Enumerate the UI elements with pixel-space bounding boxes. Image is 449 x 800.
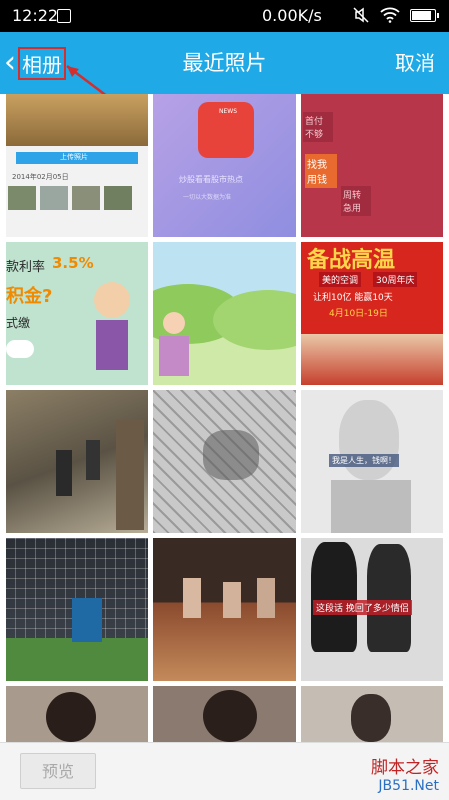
wifi-icon: [380, 7, 400, 23]
status-icons: [352, 6, 439, 24]
back-to-album-button[interactable]: ‹ 相册: [4, 32, 66, 94]
photo-5[interactable]: [153, 242, 296, 385]
watermark-line-2: JB51.Net: [378, 778, 439, 794]
photo-13[interactable]: [6, 686, 148, 742]
photo-2-news-label: NEWS: [219, 108, 238, 115]
cancel-button[interactable]: 取消: [395, 32, 435, 94]
watermark-line-1: 脚本之家: [371, 758, 439, 778]
photo-6-brand: 美的空调: [319, 272, 362, 287]
photo-3-label-2: 找我用钱: [305, 154, 337, 188]
photo-3-label-1: 首付不够: [303, 112, 333, 142]
chevron-left-icon: ‹: [4, 45, 16, 80]
photo-6-dates: 4月10日-19日: [329, 309, 388, 319]
photo-4[interactable]: 款利率 3.5% 积金? 式缴: [6, 242, 148, 385]
photo-4-sub: 式缴: [6, 316, 31, 330]
photo-9-caption: 我是人生，钱啊！: [329, 454, 399, 467]
photo-7[interactable]: [6, 390, 148, 533]
photo-12-caption: 这段话 挽回了多少情侣: [313, 600, 412, 615]
page-title: 最近照片: [182, 51, 267, 75]
network-speed: 0.00K/s: [262, 6, 322, 25]
photo-3[interactable]: 首付不够 找我用钱 周转急用: [301, 94, 443, 237]
photo-1[interactable]: 上传照片 2014年02月05日: [6, 94, 148, 237]
photo-3-label-3: 周转急用: [341, 186, 371, 216]
watermark: 脚本之家 JB51.Net: [371, 753, 439, 794]
photo-6-anniversary: 30周年庆: [373, 272, 418, 287]
battery-icon: [410, 8, 439, 22]
photo-1-date-label: 2014年02月05日: [12, 173, 69, 181]
photo-2-caption: 炒股看看股市热点: [179, 175, 243, 184]
status-bar: 12:22 0.00K/s: [0, 0, 449, 32]
photo-15[interactable]: [301, 686, 443, 742]
preview-button[interactable]: 预览: [20, 753, 96, 789]
status-time: 12:22: [12, 6, 59, 25]
photo-4-rate-value: 3.5%: [52, 254, 94, 272]
mute-icon: [353, 7, 369, 23]
photo-10[interactable]: [6, 538, 148, 681]
back-label: 相册: [18, 46, 66, 80]
photo-6-headline: 备战高温: [307, 248, 396, 273]
photo-11[interactable]: [153, 538, 296, 681]
title-bar: 最近照片 ‹ 相册 取消: [0, 32, 449, 94]
photo-6[interactable]: 备战高温 美的空调 30周年庆 让利10亿 能赢10天 4月10日-19日: [301, 242, 443, 385]
bottom-bar: 预览 脚本之家 JB51.Net: [0, 742, 449, 800]
notification-icon: [57, 9, 71, 23]
photo-9[interactable]: 我是人生，钱啊！: [301, 390, 443, 533]
photo-12[interactable]: 这段话 挽回了多少情侣: [301, 538, 443, 681]
photo-4-question: 积金?: [6, 286, 53, 307]
photo-6-offer: 让利10亿 能赢10天: [313, 293, 393, 303]
photo-1-upload-label: 上传照片: [60, 153, 88, 161]
photo-2[interactable]: NEWS 炒股看看股市热点 一切以大数据为准: [153, 94, 296, 237]
photo-grid: 上传照片 2014年02月05日 NEWS 炒股看看股市热点 一切以大数据为准 …: [0, 94, 449, 742]
photo-2-subcaption: 一切以大数据为准: [183, 194, 232, 201]
photo-14[interactable]: [153, 686, 296, 742]
photo-4-rate-label: 款利率: [6, 260, 46, 275]
photo-8[interactable]: [153, 390, 296, 533]
